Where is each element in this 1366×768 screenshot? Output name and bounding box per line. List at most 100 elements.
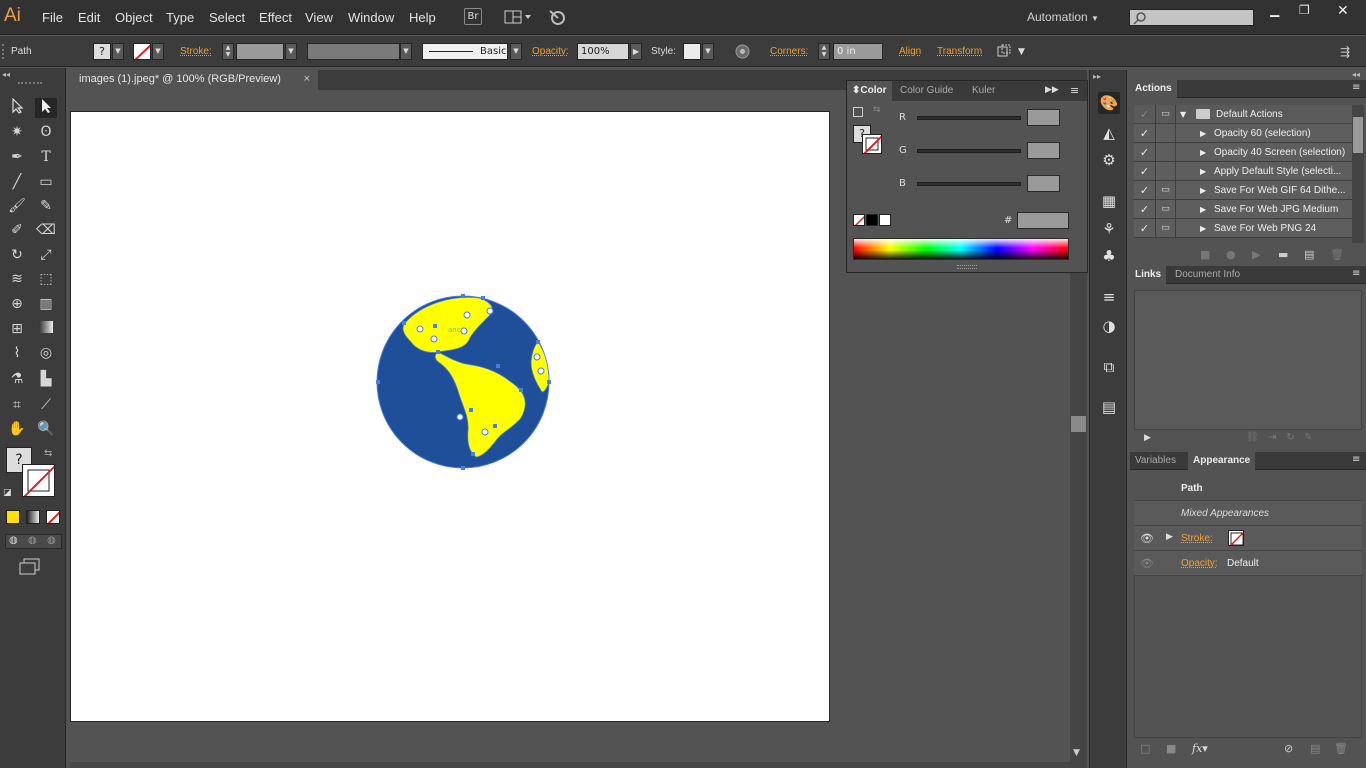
panel-menu-icon[interactable]: ≡ (1070, 84, 1079, 97)
brush-dropdown[interactable]: ▼ (510, 43, 522, 60)
actions-scroll-thumb[interactable] (1353, 117, 1363, 153)
collapse-panel-icon[interactable]: ▶▶ (1045, 85, 1059, 95)
align-link[interactable]: Align (899, 46, 921, 57)
appearance-opacity-row[interactable]: 👁 Opacity: Default (1134, 551, 1362, 576)
blue-value[interactable] (1027, 175, 1060, 192)
add-new-fill-icon[interactable]: ■ (1166, 742, 1176, 755)
grip-handle[interactable] (18, 82, 42, 85)
delete-item-icon[interactable]: 🗑 (1334, 742, 1348, 755)
mesh-tool-icon[interactable]: ⊞ (6, 319, 28, 339)
selection-tool-icon[interactable] (6, 97, 28, 118)
stroke-swatch-none[interactable] (133, 43, 151, 60)
menu-type[interactable]: Type (166, 10, 194, 25)
opacity-attribute-label[interactable]: Opacity: (1181, 558, 1218, 569)
gradient-panel-icon[interactable]: ▤ (1098, 396, 1120, 418)
magic-wand-tool-icon[interactable]: ✷ (6, 122, 28, 142)
duplicate-item-icon[interactable]: ▤ (1310, 742, 1320, 755)
control-bar-options-icon[interactable]: ⇶ (1340, 45, 1350, 59)
symbol-sprayer-tool-icon[interactable]: ⚗ (6, 369, 28, 389)
stroke-weight-dropdown[interactable]: ▼ (285, 43, 297, 60)
update-link-icon[interactable]: ↻ (1286, 432, 1294, 443)
free-transform-tool-icon[interactable]: ⬚ (35, 269, 57, 289)
opacity-slider-button[interactable]: ▶ (630, 43, 642, 60)
direct-selection-tool-icon[interactable] (35, 98, 57, 118)
graphic-styles-icon[interactable]: ⧉ (1098, 356, 1120, 378)
delete-icon[interactable]: 🗑 (1330, 248, 1344, 261)
opacity-label[interactable]: Opacity: (532, 46, 569, 57)
stop-icon[interactable]: ■ (1200, 248, 1210, 261)
control-bar-menu-chevron-icon[interactable]: ▼ (1018, 47, 1025, 57)
rectangle-tool-icon[interactable]: ▭ (35, 172, 57, 192)
tab-kuler[interactable]: Kuler (967, 81, 1000, 101)
draw-behind-icon[interactable]: ◍ (28, 535, 37, 546)
pencil-tool-icon[interactable]: ✎ (35, 196, 57, 216)
toggle-check[interactable]: ✓ (1134, 105, 1156, 124)
type-tool-icon[interactable]: T (35, 147, 57, 167)
stroke-panel-icon[interactable]: ≡ (1098, 286, 1120, 308)
kuler-icon[interactable]: ⚙ (1098, 149, 1120, 171)
dialog-toggle-icon[interactable] (1156, 162, 1176, 181)
swap-colors-icon[interactable]: ⇆ (873, 105, 881, 115)
visibility-eye-icon[interactable]: 👁 (1140, 532, 1154, 545)
symbols-icon[interactable]: ♣ (1098, 245, 1120, 267)
red-slider[interactable] (917, 116, 1021, 120)
record-icon[interactable]: ● (1226, 248, 1236, 261)
swatches-icon[interactable]: ▦ (1098, 190, 1120, 212)
green-value[interactable] (1027, 142, 1060, 159)
edit-original-icon[interactable]: ✎ (1304, 432, 1312, 443)
perspective-grid-tool-icon[interactable]: ▥ (35, 294, 57, 314)
color-spectrum[interactable] (853, 238, 1069, 260)
expand-triangle-icon[interactable]: ▶ (1200, 143, 1206, 162)
tab-links[interactable]: Links (1130, 266, 1167, 284)
collapse-dock-icon[interactable]: ◂◂ (1352, 70, 1360, 79)
corners-stepper[interactable]: ▲ ▼ (818, 43, 830, 60)
draw-normal-icon[interactable]: ◍ (9, 535, 18, 546)
dialog-toggle-icon[interactable]: ▭ (1156, 181, 1176, 200)
color-guide-icon[interactable]: ◭ (1098, 122, 1120, 144)
stroke-color-none[interactable] (862, 134, 882, 154)
new-set-folder-icon[interactable]: ▬ (1278, 248, 1288, 261)
menu-help[interactable]: Help (409, 10, 436, 25)
draw-inside-icon[interactable]: ◍ (47, 535, 56, 546)
close-icon[interactable]: ✕ (1337, 3, 1349, 19)
menu-file[interactable]: File (42, 10, 63, 25)
document-tab[interactable]: images (1).jpeg* @ 100% (RGB/Preview) × (70, 70, 318, 90)
column-graph-tool-icon[interactable]: ▙ (35, 369, 57, 389)
default-fill-stroke-icon[interactable]: ◪ (3, 488, 12, 498)
menu-view[interactable]: View (305, 10, 333, 25)
menu-select[interactable]: Select (209, 10, 245, 25)
action-row[interactable]: ✓ ▭ ▶ Save For Web JPG Medium (1134, 200, 1352, 219)
eraser-tool-icon[interactable]: ⌫ (35, 220, 57, 240)
toggle-check[interactable]: ✓ (1134, 124, 1156, 143)
green-slider[interactable] (917, 149, 1021, 153)
scale-tool-icon[interactable]: ⤢ (35, 245, 57, 265)
dialog-toggle-icon[interactable]: ▭ (1156, 219, 1176, 238)
visibility-eye-icon[interactable]: 👁 (1140, 557, 1154, 570)
help-search-input[interactable] (1129, 9, 1254, 26)
corners-label[interactable]: Corners: (770, 46, 808, 57)
close-document-icon[interactable]: × (304, 70, 310, 89)
stroke-weight-stepper[interactable]: ▲ ▼ (222, 43, 234, 60)
slice-tool-icon[interactable]: ⟋ (35, 395, 57, 415)
add-new-stroke-icon[interactable]: □ (1140, 742, 1150, 755)
dialog-toggle-icon[interactable] (1156, 143, 1176, 162)
stroke-color-none[interactable] (22, 464, 55, 497)
action-row[interactable]: ✓ ▭ ▶ Save For Web GIF 64 Dithe... (1134, 181, 1352, 200)
arrange-documents-icon[interactable] (504, 9, 534, 25)
toggle-check[interactable]: ✓ (1134, 200, 1156, 219)
dialog-toggle-icon[interactable]: ▭ (1156, 200, 1176, 219)
brushes-icon[interactable]: ⚘ (1098, 218, 1120, 240)
relink-icon[interactable]: ⛓ (1246, 432, 1259, 443)
corners-field[interactable]: 0 in (833, 43, 883, 60)
blob-brush-tool-icon[interactable]: ✐ (6, 220, 28, 240)
expand-panels-icon[interactable]: ▸▸ (1093, 72, 1101, 81)
variable-width-dropdown[interactable]: ▼ (400, 43, 412, 60)
play-icon[interactable]: ▶ (1252, 248, 1260, 261)
gradient-tool-icon[interactable] (35, 319, 57, 339)
tab-appearance[interactable]: Appearance (1188, 452, 1256, 470)
scroll-down-icon[interactable]: ▼ (1073, 748, 1080, 758)
hex-field[interactable] (1017, 212, 1069, 229)
clear-appearance-icon[interactable]: ⊘ (1284, 742, 1293, 755)
tab-document-info[interactable]: Document Info (1170, 266, 1245, 284)
grip-handle[interactable] (2, 44, 6, 59)
